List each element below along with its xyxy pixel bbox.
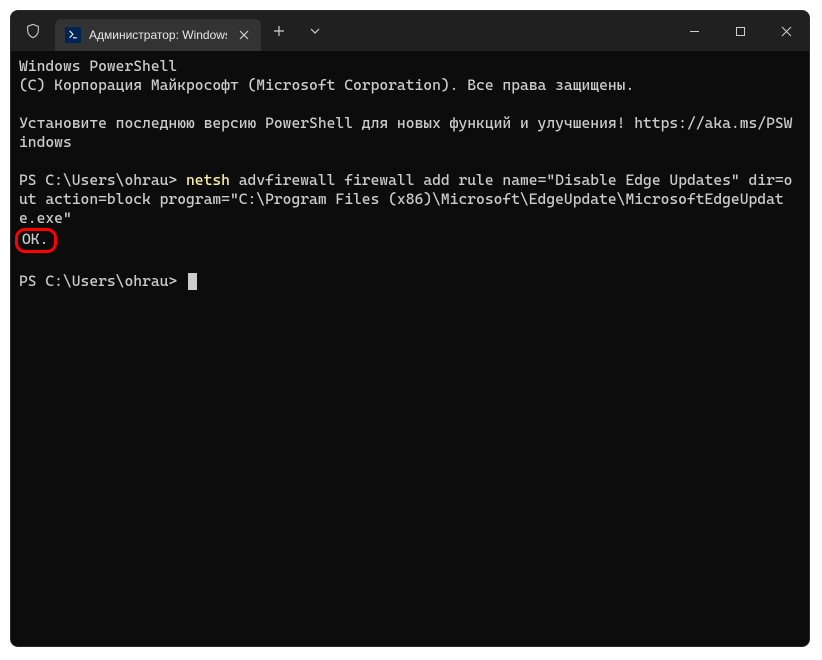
maximize-button[interactable] xyxy=(717,11,763,51)
terminal-line: Windows PowerShell xyxy=(19,57,177,75)
terminal-body[interactable]: Windows PowerShell (С) Корпорация Майкро… xyxy=(11,51,809,646)
tab-title: Администратор: Windows Po xyxy=(89,28,227,42)
tab-powershell[interactable]: Администратор: Windows Po xyxy=(55,19,261,51)
powershell-icon xyxy=(65,27,81,43)
tabbar-controls xyxy=(261,11,333,51)
terminal-window: Администратор: Windows Po Windo xyxy=(10,10,810,647)
new-tab-button[interactable] xyxy=(261,11,297,51)
close-window-button[interactable] xyxy=(763,11,809,51)
terminal-line: (С) Корпорация Майкрософт (Microsoft Cor… xyxy=(19,76,634,94)
window-controls xyxy=(671,11,809,51)
command-token: netsh xyxy=(186,171,230,189)
minimize-button[interactable] xyxy=(671,11,717,51)
cursor xyxy=(188,273,197,290)
shield-icon xyxy=(11,23,55,39)
tab-dropdown-button[interactable] xyxy=(297,11,333,51)
titlebar: Администратор: Windows Po xyxy=(11,11,809,51)
prompt-path: PS C:\Users\ohrau> xyxy=(19,272,177,290)
close-icon[interactable] xyxy=(235,26,253,44)
terminal-line: Установите последнюю версию PowerShell д… xyxy=(19,114,792,151)
prompt-path: PS C:\Users\ohrau> xyxy=(19,171,177,189)
result-ok: ОК. xyxy=(15,228,57,253)
